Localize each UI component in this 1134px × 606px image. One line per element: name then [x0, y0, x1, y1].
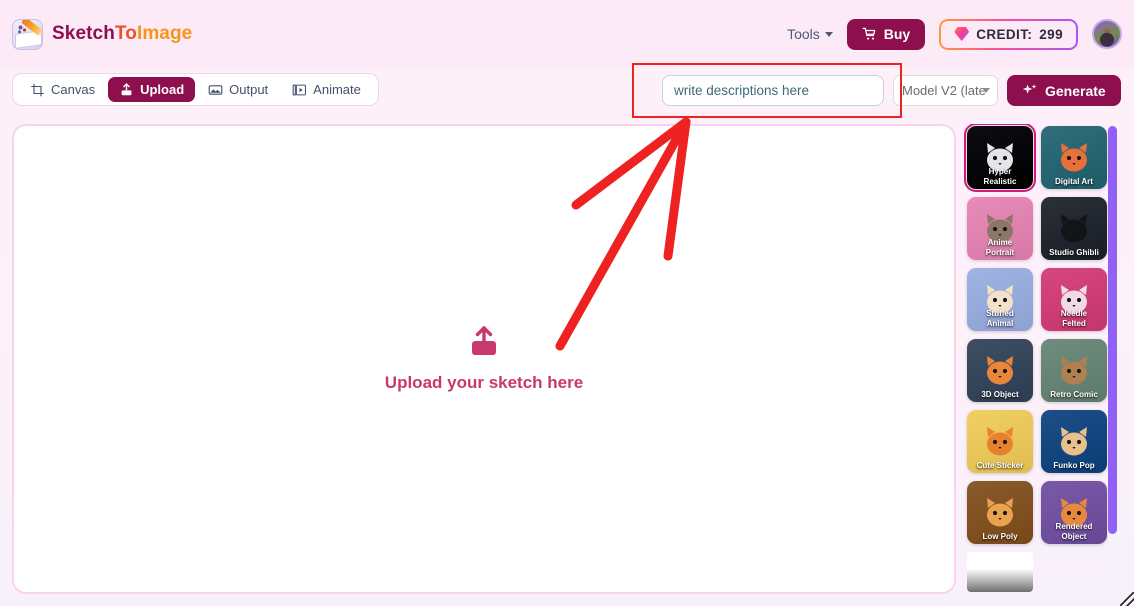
style-card-label: Studio Ghibli	[1049, 247, 1099, 257]
style-card[interactable]	[967, 552, 1033, 592]
credit-badge[interactable]: CREDIT: 299	[939, 18, 1078, 50]
style-card-label: Hyper Realistic	[983, 167, 1017, 186]
page-title: SketchToImage	[52, 23, 192, 45]
style-card[interactable]: Digital Art	[1041, 126, 1107, 189]
style-card-label: Retro Comic	[1050, 389, 1098, 399]
tab-canvas-label: Canvas	[51, 82, 96, 97]
style-card[interactable]: Low Poly	[967, 481, 1033, 544]
style-card[interactable]: Stuffed Animal	[967, 268, 1033, 331]
style-card[interactable]: 3D Object	[967, 339, 1033, 402]
brand-part-3: Image	[136, 23, 193, 44]
upload-hint-label: Upload your sketch here	[384, 372, 584, 392]
chevron-down-icon	[824, 31, 833, 37]
app-root: SketchToImage Tools Buy CREDIT: 299 Canv…	[0, 0, 1134, 606]
brand[interactable]: SketchToImage	[12, 18, 192, 50]
style-card-label: Rendered Object	[1055, 522, 1093, 541]
brand-part-2: To	[114, 23, 137, 44]
cat-thumbnail-icon	[987, 497, 1013, 527]
upload-dropzone[interactable]: Upload your sketch here	[12, 124, 956, 594]
cat-thumbnail-icon	[1061, 355, 1087, 385]
style-card-label: Digital Art	[1055, 176, 1093, 186]
prompt-bar: Model V2 (late Generate	[632, 63, 1134, 118]
style-card[interactable]: Needle Felted	[1041, 268, 1107, 331]
style-card-label: Low Poly	[982, 531, 1018, 541]
style-card-label: Needle Felted	[1060, 309, 1088, 328]
style-card[interactable]: Funko Pop	[1041, 410, 1107, 473]
tools-label: Tools	[787, 26, 820, 42]
view-tabbar: Canvas Upload Output Animate	[12, 73, 379, 106]
style-card[interactable]: Hyper Realistic	[964, 124, 1036, 192]
cat-thumbnail-icon	[1061, 213, 1087, 243]
upload-arrow-icon	[472, 325, 496, 355]
credit-label: CREDIT:	[976, 26, 1033, 42]
prompt-input[interactable]	[662, 75, 884, 106]
cat-thumbnail-icon	[987, 355, 1013, 385]
tab-animate[interactable]: Animate	[281, 77, 372, 102]
tools-menu-button[interactable]: Tools	[787, 26, 833, 42]
tab-output-label: Output	[229, 82, 269, 97]
tab-animate-label: Animate	[313, 82, 361, 97]
model-select[interactable]: Model V2 (late	[893, 75, 998, 106]
style-card[interactable]: Rendered Object	[1041, 481, 1107, 544]
style-card[interactable]: Studio Ghibli	[1041, 197, 1107, 260]
tab-canvas[interactable]: Canvas	[19, 77, 106, 102]
style-card-label: Cute Sticker	[976, 460, 1024, 470]
brand-part-1: Sketch	[52, 23, 115, 44]
tab-upload-label: Upload	[140, 82, 185, 97]
model-select-wrapper: Model V2 (late	[893, 75, 998, 106]
shopping-cart-icon	[862, 27, 876, 40]
style-card-label: Anime Portrait	[985, 238, 1015, 257]
cat-thumbnail-icon	[1061, 142, 1087, 172]
header-actions: Tools Buy CREDIT: 299	[787, 18, 1122, 50]
style-card-label: Funko Pop	[1053, 460, 1095, 470]
credit-value: 299	[1039, 26, 1063, 42]
cat-thumbnail-icon	[987, 426, 1013, 456]
style-card[interactable]: Anime Portrait	[967, 197, 1033, 260]
image-icon	[208, 84, 223, 95]
film-frames-icon	[292, 84, 307, 95]
avatar[interactable]	[1092, 19, 1122, 49]
crop-frame-icon	[31, 83, 44, 96]
cat-thumbnail-icon	[1061, 426, 1087, 456]
style-panel-scrollbar-thumb[interactable]	[1108, 126, 1117, 534]
app-header: SketchToImage Tools Buy CREDIT: 299	[0, 0, 1134, 68]
upload-tray-icon	[121, 82, 132, 95]
resize-grip-icon[interactable]	[1120, 592, 1134, 606]
sketch-app-icon	[12, 18, 43, 50]
tab-upload[interactable]: Upload	[108, 77, 196, 102]
sparkles-icon	[1022, 83, 1037, 94]
style-card[interactable]: Cute Sticker	[967, 410, 1033, 473]
buy-label: Buy	[883, 26, 911, 42]
style-card-label: Stuffed Animal	[986, 309, 1014, 328]
style-grid: Hyper Realistic Digital Art Anime Portrait St…	[964, 124, 1116, 592]
style-card[interactable]: Retro Comic	[1041, 339, 1107, 402]
gem-icon	[954, 27, 970, 41]
style-card-label: 3D Object	[981, 389, 1019, 399]
generate-label: Generate	[1045, 82, 1106, 99]
style-panel[interactable]: Hyper Realistic Digital Art Anime Portrait St…	[964, 124, 1116, 606]
tab-output[interactable]: Output	[197, 77, 279, 102]
generate-button[interactable]: Generate	[1007, 75, 1121, 106]
buy-button[interactable]: Buy	[846, 18, 926, 50]
